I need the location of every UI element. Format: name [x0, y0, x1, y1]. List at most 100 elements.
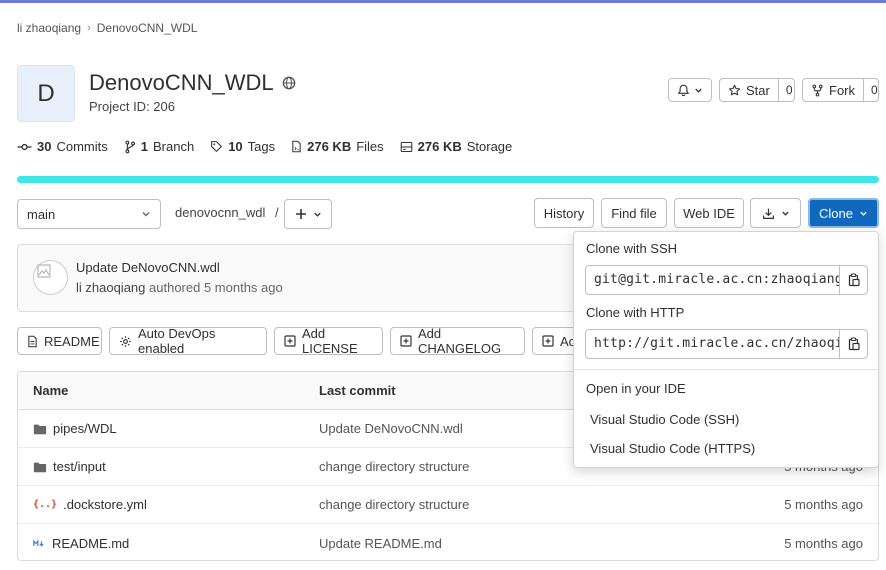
add-license-button[interactable]: Add LICENSE — [274, 326, 383, 356]
copy-http-button[interactable] — [839, 330, 867, 358]
file-name[interactable]: pipes/WDL — [53, 421, 117, 436]
fork-button[interactable]: Fork 0 — [802, 78, 879, 102]
file-commit-message[interactable]: change directory structure — [319, 486, 469, 523]
open-in-ide-label: Open in your IDE — [586, 381, 686, 396]
bell-icon — [677, 84, 690, 97]
star-icon — [728, 84, 741, 97]
readme-label: README — [44, 333, 100, 349]
clone-ssh-label: Clone with SSH — [586, 241, 678, 256]
globe-icon — [282, 76, 296, 90]
clone-http-url[interactable]: http://git.miracle.ac.cn/zhaoqiang/denov… — [586, 330, 839, 358]
top-accent-line — [0, 0, 886, 3]
chevron-down-icon — [313, 210, 322, 219]
fork-label: Fork — [829, 82, 855, 98]
clone-ssh-url[interactable]: git@git.miracle.ac.cn:zhaoqiang/denovocn… — [586, 266, 839, 294]
storage-stat: 276 KB Storage — [400, 139, 513, 154]
yaml-file-icon: {..} — [33, 499, 58, 510]
add-changelog-label: Add CHANGELOG — [418, 326, 502, 356]
branch-selector[interactable]: main — [17, 199, 161, 229]
download-button[interactable] — [750, 198, 801, 228]
file-icon — [291, 140, 302, 153]
markdown-file-icon — [33, 538, 46, 548]
clone-ssh-field[interactable]: git@git.miracle.ac.cn:zhaoqiang/denovocn… — [585, 265, 868, 295]
repo-path-root[interactable]: denovocnn_wdl — [175, 205, 265, 220]
auto-devops-button[interactable]: Auto DevOps enabled — [109, 326, 267, 356]
files-size: 276 KB — [307, 139, 352, 154]
fork-icon — [811, 84, 824, 97]
plus-square-icon — [284, 335, 296, 347]
table-row[interactable]: {..} .dockstore.yml change directory str… — [18, 486, 878, 524]
file-commit-date: 5 months ago — [784, 497, 863, 512]
clone-button[interactable]: Clone — [808, 198, 879, 228]
notification-button[interactable] — [668, 78, 712, 102]
add-to-tree-button[interactable] — [284, 199, 332, 229]
branch-icon — [124, 140, 136, 154]
project-avatar-letter: D — [37, 79, 55, 107]
add-changelog-button[interactable]: Add CHANGELOG — [390, 326, 525, 356]
commit-author[interactable]: li zhaoqiang — [76, 280, 145, 295]
open-vscode-ssh[interactable]: Visual Studio Code (SSH) — [590, 412, 739, 427]
file-commit-message[interactable]: Update DeNovoCNN.wdl — [319, 410, 463, 447]
branches-stat[interactable]: 1 Branch — [124, 139, 194, 154]
copy-icon — [848, 337, 860, 351]
chevron-down-icon — [859, 209, 868, 218]
file-name-cell[interactable]: test/input — [33, 448, 106, 485]
file-name[interactable]: test/input — [53, 459, 106, 474]
files-label: Files — [356, 139, 384, 154]
fork-count[interactable]: 0 — [864, 83, 885, 97]
breadcrumb-project[interactable]: DenovoCNN_WDL — [97, 21, 198, 35]
file-name-cell[interactable]: README.md — [33, 524, 129, 560]
branch-selector-value: main — [27, 206, 56, 222]
plus-square-icon — [542, 335, 554, 347]
table-row[interactable]: README.md Update README.md 5 months ago — [18, 524, 878, 560]
folder-icon — [33, 461, 47, 473]
project-title: DenovoCNN_WDL — [89, 70, 274, 95]
download-icon — [762, 207, 775, 220]
star-button-main[interactable]: Star — [720, 79, 779, 101]
chevron-right-icon: › — [87, 22, 91, 34]
readme-button[interactable]: README — [17, 327, 102, 355]
copy-icon — [848, 273, 860, 287]
add-license-label: Add LICENSE — [302, 326, 358, 356]
file-name-cell[interactable]: pipes/WDL — [33, 410, 117, 447]
file-name[interactable]: README.md — [52, 536, 129, 551]
plus-square-icon — [400, 335, 412, 347]
star-button[interactable]: Star 0 — [719, 78, 795, 102]
commits-stat[interactable]: 30 Commits — [17, 139, 108, 154]
tags-stat[interactable]: 10 Tags — [210, 139, 275, 154]
storage-usage-bar — [17, 176, 879, 183]
tags-count: 10 — [228, 139, 243, 154]
commit-time: authored 5 months ago — [149, 280, 283, 295]
web-ide-button[interactable]: Web IDE — [674, 198, 744, 228]
chevron-down-icon — [781, 209, 790, 218]
document-icon — [27, 335, 38, 348]
folder-icon — [33, 423, 47, 435]
branch-count: 1 — [140, 139, 148, 154]
commit-author-avatar[interactable] — [33, 260, 68, 295]
copy-ssh-button[interactable] — [839, 266, 867, 294]
clone-dropdown: Clone with SSH git@git.miracle.ac.cn:zha… — [573, 231, 879, 468]
breadcrumb: li zhaoqiang › DenovoCNN_WDL — [17, 21, 197, 35]
plus-icon — [295, 208, 307, 220]
file-commit-message[interactable]: change directory structure — [319, 448, 469, 485]
find-file-button[interactable]: Find file — [601, 198, 667, 228]
commit-title[interactable]: Update DeNovoCNN.wdl — [76, 260, 220, 275]
tags-label: Tags — [247, 139, 276, 154]
breadcrumb-owner[interactable]: li zhaoqiang — [17, 21, 81, 35]
file-name-cell[interactable]: {..} .dockstore.yml — [33, 486, 147, 523]
clone-button-label: Clone — [819, 205, 853, 221]
project-id: Project ID: 206 — [89, 99, 175, 114]
storage-label: Storage — [466, 139, 513, 154]
fork-button-main[interactable]: Fork — [803, 79, 864, 101]
open-vscode-https[interactable]: Visual Studio Code (HTTPS) — [590, 441, 755, 456]
file-name[interactable]: .dockstore.yml — [63, 497, 147, 512]
project-title-row: DenovoCNN_WDL — [89, 70, 296, 96]
star-count[interactable]: 0 — [779, 83, 800, 97]
commit-icon — [17, 141, 32, 153]
history-button[interactable]: History — [534, 198, 594, 228]
clone-http-field[interactable]: http://git.miracle.ac.cn/zhaoqiang/denov… — [585, 329, 868, 359]
branch-label: Branch — [152, 139, 195, 154]
files-stat[interactable]: 276 KB Files — [291, 139, 384, 154]
file-commit-date: 5 months ago — [784, 535, 863, 551]
file-commit-message[interactable]: Update README.md — [319, 524, 442, 560]
